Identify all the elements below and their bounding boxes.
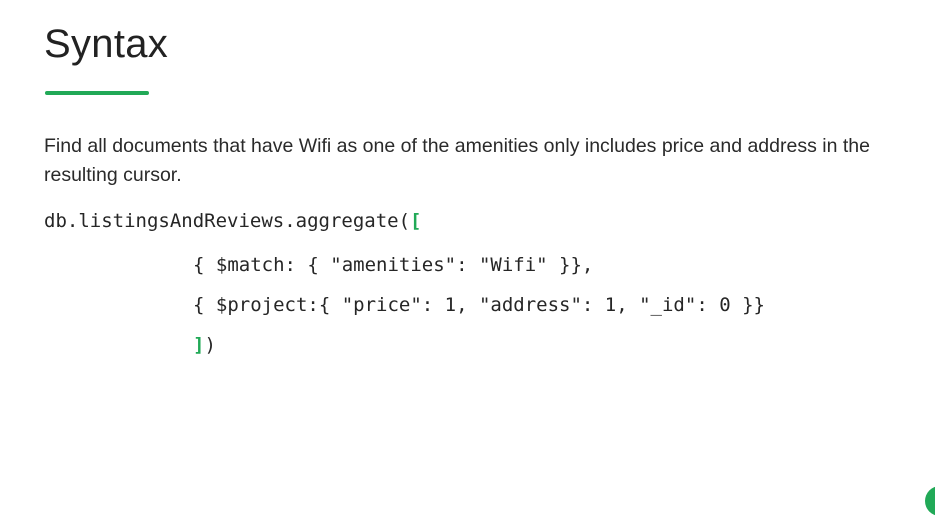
title-underline xyxy=(45,91,149,95)
code-close-paren: ) xyxy=(204,334,216,356)
code-line-project-stage: { $project:{ "price": 1, "address": 1, "… xyxy=(193,294,765,316)
code-close-bracket: ] xyxy=(193,334,205,356)
code-line-close: ]) xyxy=(193,330,216,360)
code-aggregate-call: db.listingsAndReviews.aggregate( xyxy=(44,210,411,232)
slide-title: Syntax xyxy=(44,22,169,66)
corner-decoration-circle xyxy=(925,486,935,516)
code-line-match-stage: { $match: { "amenities": "Wifi" }}, xyxy=(193,254,594,276)
code-open-bracket: [ xyxy=(410,210,422,232)
code-line-aggregate: db.listingsAndReviews.aggregate([ xyxy=(44,206,422,236)
slide-description: Find all documents that have Wifi as one… xyxy=(44,135,870,186)
